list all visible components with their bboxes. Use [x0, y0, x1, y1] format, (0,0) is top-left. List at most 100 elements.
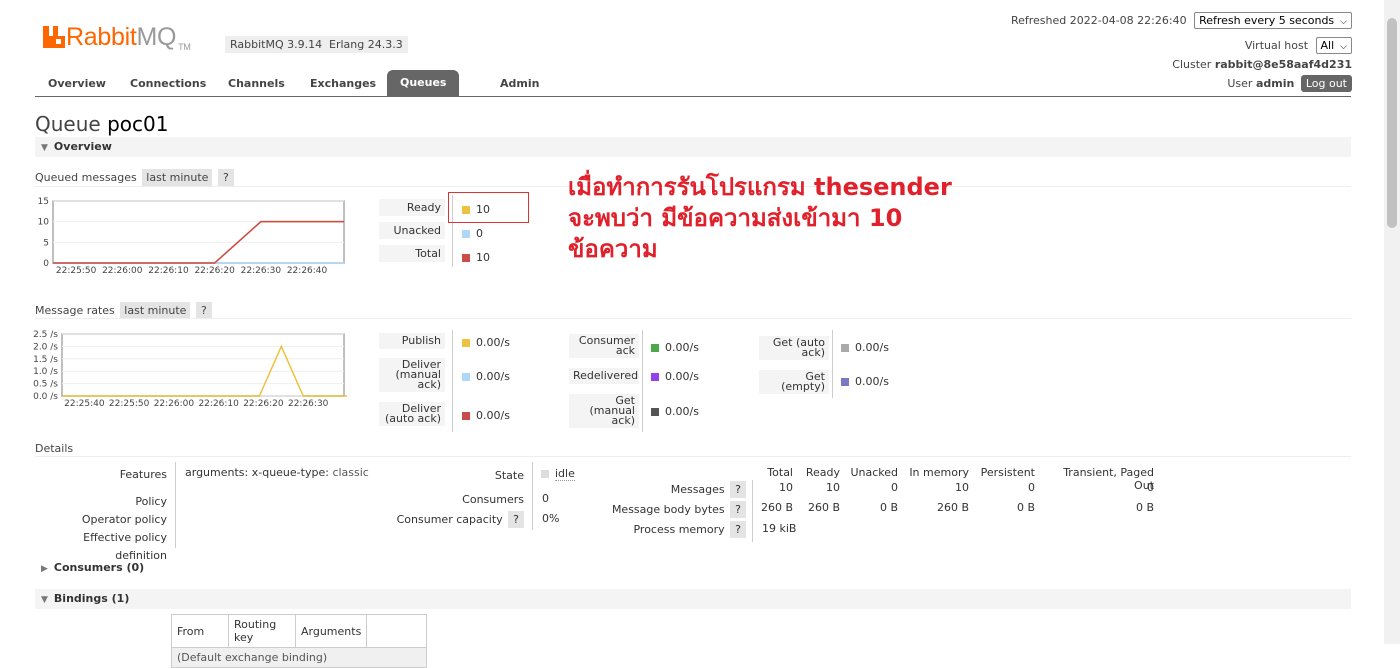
tab-queues[interactable]: Queues	[387, 70, 460, 96]
y-tick-label: 10	[38, 218, 50, 228]
messages-persistent: 0	[1028, 481, 1035, 494]
publish-value: 0.00/s	[462, 336, 510, 349]
bytes-help-button[interactable]: ?	[730, 501, 746, 518]
redelivered-label: Redelivered	[569, 368, 639, 384]
x-tick-label: 22:26:00	[154, 399, 195, 409]
rabbitmq-logo[interactable]: RabbitMQ TM	[43, 22, 191, 52]
queued-help-button[interactable]: ?	[217, 169, 234, 186]
deliver-manual-label: Deliver (manual ack)	[379, 358, 445, 392]
capacity-value: 0%	[542, 512, 560, 525]
triangle-down-icon: ▼	[41, 143, 48, 153]
process-memory-value: 19 kiB	[762, 522, 797, 535]
y-tick-label: 15	[38, 197, 49, 207]
col-from: From	[171, 614, 229, 648]
x-tick-label: 22:26:30	[241, 266, 282, 276]
message-rates-title: Message rates last minute ?	[35, 302, 212, 319]
bindings-table-wrap: From Routing key Arguments (Default exch…	[170, 614, 428, 668]
consumer-ack-value: 0.00/s	[651, 341, 699, 354]
memory-row-label: Process memory ?	[600, 520, 746, 540]
bindings-section-header[interactable]: ▼ Bindings (1)	[35, 589, 1351, 609]
x-ticks: 22:25:40 22:25:50 22:26:00 22:26:10 22:26:20…	[64, 399, 329, 409]
get-manual-label: Get (manual ack)	[569, 394, 639, 428]
bytes-ready: 260 B	[807, 501, 840, 514]
rates-help-button[interactable]: ?	[195, 302, 212, 319]
overview-section-header[interactable]: ▼ Overview	[35, 137, 1351, 157]
y-ticks: 2.5 /s 2.0 /s 1.5 /s 1.0 /s 0.5 /s 0.0 /s	[33, 330, 58, 402]
annotation-text: เมื่อทำการรันโปรแกรม thesender จะพบว่า ม…	[568, 173, 952, 263]
get-manual-value: 0.00/s	[651, 405, 699, 418]
state-label: State	[494, 469, 524, 482]
vertical-scrollbar[interactable]	[1384, 0, 1400, 644]
tab-channels[interactable]: Channels	[228, 77, 285, 90]
queued-range-button[interactable]: last minute	[142, 169, 213, 186]
chart-frame	[61, 333, 345, 397]
chevron-down-icon: ⌵	[1340, 17, 1347, 27]
logo-text: RabbitMQ TM	[66, 22, 191, 52]
bytes-transient: 0 B	[1135, 501, 1154, 514]
vhost-label: Virtual host	[1244, 39, 1309, 52]
total-value: 10	[462, 251, 490, 264]
get-auto-value: 0.00/s	[841, 341, 889, 354]
rates-range-button[interactable]: last minute	[120, 302, 191, 319]
triangle-right-icon: ▶	[41, 564, 48, 574]
ready-label: Ready	[379, 199, 445, 216]
queued-messages-title: Queued messages last minute ?	[35, 169, 234, 186]
vhost-select[interactable]: All ⌵	[1315, 37, 1352, 54]
memory-help-button[interactable]: ?	[730, 521, 746, 538]
x-tick-label: 22:26:20	[194, 266, 235, 276]
header-unacked: Unacked	[850, 466, 898, 479]
y-tick-label: 0.0 /s	[33, 392, 58, 402]
chevron-down-icon: ⌵	[1340, 42, 1347, 52]
scrollbar-thumb[interactable]	[1387, 18, 1397, 228]
get-empty-label: Get (empty)	[759, 370, 829, 394]
get-empty-swatch	[841, 378, 849, 386]
consumers-section-header[interactable]: ▶ Consumers (0)	[35, 558, 1351, 578]
queued-rows-labels: Ready Unacked Total	[379, 199, 445, 262]
deliver-auto-swatch	[462, 412, 470, 420]
refresh-row: Refreshed 2022-04-08 22:26:40 Refresh ev…	[1011, 12, 1352, 29]
argument-key: x-queue-type:	[251, 466, 329, 479]
messages-help-button[interactable]: ?	[730, 481, 746, 498]
features-value: arguments: x-queue-type: classic	[185, 466, 369, 479]
bytes-row-label: Message body bytes ?	[600, 500, 746, 520]
erlang-version: Erlang 24.3.3	[324, 36, 408, 53]
y-tick-label: 2.0 /s	[33, 342, 58, 352]
x-tick-label: 22:26:40	[287, 266, 328, 276]
message-rates-chart: 2.5 /s 2.0 /s 1.5 /s 1.0 /s 0.5 /s 0.0 /s 22:…	[33, 330, 348, 409]
x-tick-label: 22:26:10	[198, 399, 239, 409]
unacked-swatch	[462, 230, 470, 238]
bytes-total: 260 B	[760, 501, 793, 514]
tab-overview[interactable]: Overview	[48, 77, 106, 90]
rabbitmq-logo-icon	[43, 26, 65, 48]
unacked-label: Unacked	[379, 222, 445, 239]
capacity-help-button[interactable]: ?	[508, 511, 524, 528]
x-tick-label: 22:25:50	[109, 399, 150, 409]
y-tick-label: 1.5 /s	[33, 355, 58, 365]
y-tick-label: 0	[43, 259, 49, 269]
publish-swatch	[462, 339, 470, 347]
redelivered-value: 0.00/s	[651, 370, 699, 383]
tab-admin[interactable]: Admin	[500, 77, 539, 90]
consumer-ack-label: Consumer ack	[569, 334, 639, 358]
header-total: Total	[767, 466, 793, 479]
idle-swatch	[541, 470, 549, 478]
bindings-table: From Routing key Arguments (Default exch…	[170, 614, 428, 668]
x-tick-label: 22:26:10	[148, 266, 189, 276]
features-label: Features	[119, 468, 167, 481]
total-label: Total	[379, 245, 445, 262]
y-tick-label: 0.5 /s	[33, 380, 58, 390]
refresh-select[interactable]: Refresh every 5 seconds ⌵	[1194, 12, 1352, 29]
page-title: Queue poc01	[35, 112, 169, 136]
policy-label: Policy	[135, 495, 167, 508]
x-tick-label: 22:25:40	[64, 399, 105, 409]
y-tick-label: 1.0 /s	[33, 367, 58, 377]
details-labels: Features Policy Operator policy Effectiv…	[35, 466, 167, 565]
bytes-unacked: 0 B	[879, 501, 898, 514]
y-ticks: 15 10 5 0	[38, 197, 50, 269]
header-persistent: Persistent	[980, 466, 1035, 479]
tab-connections[interactable]: Connections	[130, 77, 206, 90]
unacked-value: 0	[462, 227, 483, 240]
tab-exchanges[interactable]: Exchanges	[310, 77, 376, 90]
bytes-persistent: 0 B	[1016, 501, 1035, 514]
refreshed-label: Refreshed 2022-04-08 22:26:40	[1010, 14, 1187, 27]
